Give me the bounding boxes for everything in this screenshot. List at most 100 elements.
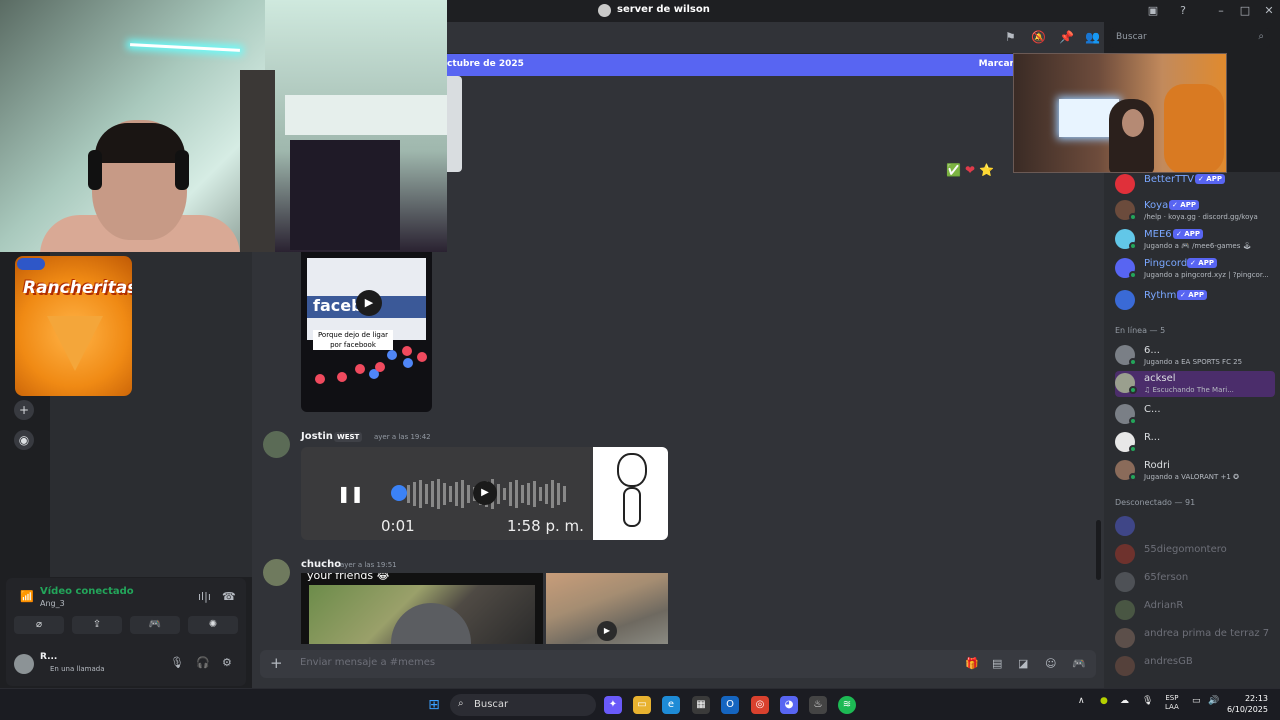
member-rodri[interactable]: Rodri Jugando a VALORANT +1 ✪ <box>1115 458 1280 484</box>
mute-icon[interactable]: 🔕 <box>1031 30 1046 44</box>
member-offline-3[interactable]: 65ferson <box>1115 570 1280 596</box>
scrollbar[interactable] <box>1096 520 1101 580</box>
help-icon[interactable]: ? <box>1175 3 1191 19</box>
play-icon[interactable]: ▶ <box>597 621 617 641</box>
display-icon[interactable]: ▭ <box>1192 696 1201 706</box>
video-attachment[interactable]: your friends 😂 <box>301 573 543 644</box>
taskbar-search-label: Buscar <box>474 699 509 710</box>
sticker-icon[interactable]: ◪ <box>1018 657 1028 670</box>
member-pingcord[interactable]: Pingcord ✓ APP Jugando a pingcord.xyz | … <box>1115 256 1280 282</box>
copilot-icon[interactable]: ✦ <box>604 696 622 714</box>
avatar[interactable] <box>263 431 290 458</box>
reaction-check[interactable]: ✅ <box>946 163 961 177</box>
avatar[interactable] <box>263 559 290 586</box>
discord-icon[interactable]: ◕ <box>780 696 798 714</box>
member-avatar <box>1115 516 1135 536</box>
language-indicator[interactable]: ESP LAA <box>1165 694 1179 712</box>
activity-button[interactable]: 🎮 <box>130 616 180 634</box>
app-badge: ✓ APP <box>1173 229 1203 239</box>
member-online-3[interactable]: C... <box>1115 402 1280 428</box>
disconnect-icon[interactable]: ☎ <box>222 590 236 603</box>
reaction-star[interactable]: ⭐ <box>979 163 994 177</box>
attach-icon[interactable]: + <box>270 654 283 672</box>
threads-icon[interactable]: ⚑ <box>1005 30 1016 44</box>
screen-share-button[interactable]: ⇪ <box>72 616 122 634</box>
member-activity: Jugando a EA SPORTS FC 25 <box>1144 358 1243 366</box>
member-rythm[interactable]: Rythm ✓ APP <box>1115 288 1280 314</box>
camera-off-button[interactable]: ⌀ <box>14 616 64 634</box>
member-offline-1[interactable] <box>1115 514 1280 540</box>
mic-tray-icon[interactable]: 🎙 <box>1142 696 1153 706</box>
member-mee6[interactable]: MEE6 ✓ APP Jugando a 🎮 /mee6-games 🕹 <box>1115 227 1280 253</box>
activity-icon[interactable]: 🎮 <box>1072 657 1086 670</box>
audio-video-embed[interactable]: ❚❚ ▶ 0:01 1:58 p. m. <box>301 447 593 540</box>
search-input[interactable]: Buscar ⌕ <box>1110 28 1270 48</box>
volume-icon[interactable]: 🔊 <box>1208 696 1219 706</box>
voice-status[interactable]: Vídeo conectado <box>40 586 134 597</box>
pause-icon[interactable]: ❚❚ <box>337 484 364 504</box>
member-acksel[interactable]: acksel ♫ Escuchando The Mari... <box>1115 371 1275 397</box>
play-icon[interactable]: ▶ <box>473 481 497 505</box>
guild-tag[interactable]: WEST <box>334 432 363 442</box>
headphones-icon[interactable]: 🎧 <box>196 656 210 669</box>
outlook-icon[interactable]: O <box>721 696 739 714</box>
app-badge: ✓ APP <box>1195 174 1225 184</box>
video-embed[interactable]: facebo ▶ Porque dejo de ligar por facebo… <box>301 252 432 412</box>
message-composer[interactable]: + Enviar mensaje a #memes 🎁 ▤ ◪ ☺ 🎮 <box>260 650 1096 678</box>
emoji-icon[interactable]: ☺ <box>1045 657 1056 670</box>
member-activity: Jugando a 🎮 /mee6-games 🕹 <box>1144 242 1252 250</box>
spotify-icon[interactable]: ≋ <box>838 696 856 714</box>
tray-chevron-icon[interactable]: ∧ <box>1078 696 1085 706</box>
new-messages-banner[interactable]: ctubre de 2025 Marcar <box>447 54 1014 76</box>
user-avatar[interactable] <box>14 654 34 674</box>
gift-icon[interactable]: 🎁 <box>965 657 979 670</box>
maximize-button[interactable]: □ <box>1237 3 1253 19</box>
user-name[interactable]: R... <box>40 652 57 662</box>
message-author[interactable]: Jostin <box>301 431 333 442</box>
member-avatar <box>1115 544 1135 564</box>
stick-body <box>623 487 641 527</box>
mark-read-button[interactable]: Marcar <box>979 59 1014 69</box>
steam-icon[interactable]: ♨ <box>809 696 827 714</box>
member-offline-6[interactable]: andresGB <box>1115 654 1280 680</box>
play-icon[interactable]: ▶ <box>356 290 382 316</box>
scrub-handle[interactable] <box>391 485 407 501</box>
chrome-icon[interactable]: ◎ <box>751 696 769 714</box>
soundboard-button[interactable]: ✺ <box>188 616 238 634</box>
voice-channel[interactable]: Ang_3 <box>40 599 65 608</box>
message-author[interactable]: chucho <box>301 559 341 570</box>
add-server-icon[interactable]: + <box>14 400 34 420</box>
member-bettertv[interactable]: BetterTTV ✓ APP <box>1115 172 1280 198</box>
member-online-1[interactable]: 6... Jugando a EA SPORTS FC 25 <box>1115 343 1280 369</box>
gif-icon[interactable]: ▤ <box>992 657 1002 670</box>
member-activity: Jugando a VALORANT +1 ✪ <box>1144 473 1239 481</box>
reaction-heart[interactable]: ❤ <box>965 163 975 177</box>
member-online-4[interactable]: R... <box>1115 430 1280 456</box>
member-offline-2[interactable]: 55diegomontero <box>1115 542 1280 568</box>
minimize-button[interactable]: – <box>1213 3 1229 19</box>
tray-app-icon[interactable]: ● <box>1100 696 1108 706</box>
windows-start-icon[interactable]: ⊞ <box>425 696 443 714</box>
noise-suppression-icon[interactable]: ıl|ı <box>198 590 211 603</box>
settings-gear-icon[interactable]: ⚙ <box>222 656 232 669</box>
close-button[interactable]: ✕ <box>1261 3 1277 19</box>
member-koya[interactable]: Koya ✓ APP /help · koya.gg · discord.gg/… <box>1115 198 1280 224</box>
taskbar-search[interactable]: ⌕ Buscar <box>450 694 596 716</box>
member-name: BetterTTV <box>1144 174 1194 185</box>
member-offline-4[interactable]: AdrianR <box>1115 598 1280 624</box>
stick-figure-image[interactable] <box>593 447 668 540</box>
mic-icon[interactable]: 🎙 <box>170 656 184 669</box>
discover-icon[interactable]: ◉ <box>14 430 34 450</box>
signal-icon[interactable]: 📶 <box>20 590 34 603</box>
onedrive-icon[interactable]: ☁ <box>1120 696 1129 706</box>
video-attachment-2[interactable]: ▶ <box>546 573 668 644</box>
system-clock[interactable]: 22:13 6/10/2025 <box>1227 693 1268 715</box>
file-explorer-icon[interactable]: ▭ <box>633 696 651 714</box>
edge-icon[interactable]: e <box>662 696 680 714</box>
pin-icon[interactable]: 📌 <box>1059 30 1074 44</box>
inbox-icon[interactable]: ▣ <box>1145 3 1161 19</box>
store-icon[interactable]: ▦ <box>692 696 710 714</box>
members-icon[interactable]: 👥 <box>1085 30 1100 44</box>
banner-date: ctubre de 2025 <box>447 59 524 69</box>
member-offline-5[interactable]: andrea prima de terraz 7 <box>1115 626 1280 652</box>
